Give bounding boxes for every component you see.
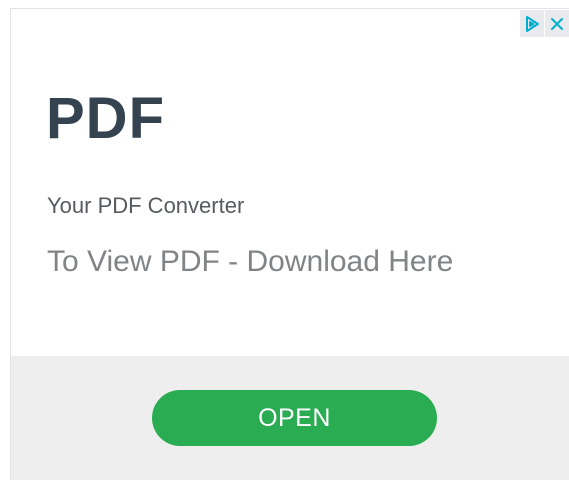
ad-headline[interactable]: PDF [46, 86, 165, 152]
adchoices-badge[interactable] [520, 10, 569, 37]
advertiser-name[interactable]: Your PDF Converter [47, 192, 244, 220]
ad-body-text[interactable]: To View PDF - Download Here [47, 244, 453, 280]
close-icon[interactable] [545, 10, 569, 37]
adchoices-icon[interactable] [520, 10, 544, 37]
open-button[interactable]: OPEN [152, 390, 437, 446]
